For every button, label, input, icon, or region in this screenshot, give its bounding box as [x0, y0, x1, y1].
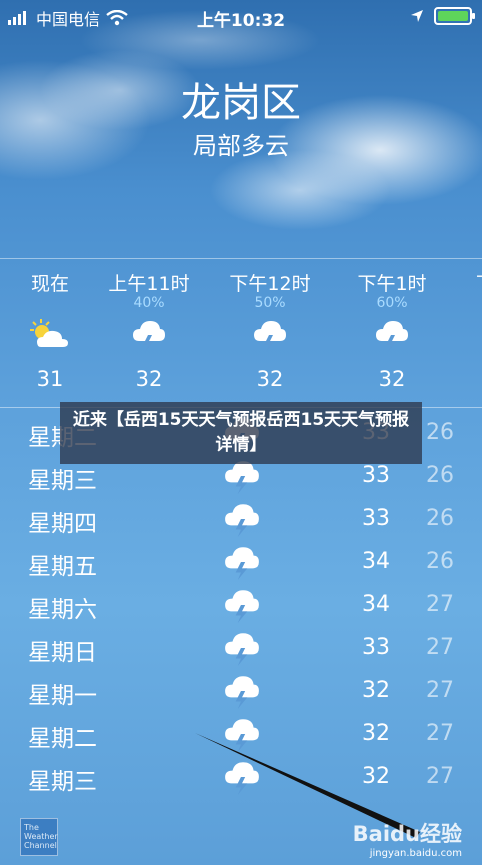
- precip-chance: 50%: [254, 295, 286, 311]
- thunderstorm-icon: [225, 547, 259, 580]
- precip-chance: 60%: [376, 295, 408, 311]
- day-low: 26: [426, 549, 454, 574]
- day-name: 星期五: [28, 554, 97, 580]
- hour-temp: 32: [256, 367, 284, 391]
- status-right: [410, 7, 475, 25]
- day-low: 27: [426, 678, 454, 703]
- thunderstorm-icon: [210, 317, 330, 353]
- current-condition: 局部多云: [193, 132, 289, 160]
- hour-label-partial: 下: [476, 269, 482, 296]
- day-name: 星期三: [28, 769, 97, 795]
- day-low: 27: [426, 764, 454, 789]
- thunderstorm-icon: [89, 317, 209, 353]
- day-name: 星期日: [28, 640, 97, 666]
- daily-row: 星期六 34 27: [0, 584, 482, 627]
- baidu-watermark: Baidu经验 jingyan.baidu.com: [353, 818, 462, 859]
- thunderstorm-icon: [225, 633, 259, 666]
- battery-icon: [434, 7, 475, 25]
- battery-level: [438, 11, 468, 21]
- day-low: 26: [426, 463, 454, 488]
- daily-row: 星期三 32 27: [0, 756, 482, 799]
- day-high: 33: [362, 635, 390, 660]
- watermark-url: jingyan.baidu.com: [369, 848, 462, 859]
- thunderstorm-icon: [332, 317, 452, 353]
- location-arrow-icon: [411, 10, 423, 22]
- thunderstorm-icon: [225, 762, 259, 795]
- day-low: 26: [426, 506, 454, 531]
- daily-row: 星期日 33 27: [0, 627, 482, 670]
- day-name: 星期六: [28, 597, 97, 623]
- caption-overlay: 近来【岳西15天天气预报岳西15天天气预报详情】: [60, 402, 422, 464]
- status-bar: 中国电信 上午10:32: [0, 0, 482, 34]
- day-high: 34: [362, 549, 390, 574]
- day-high: 33: [362, 463, 390, 488]
- day-high: 34: [362, 592, 390, 617]
- weather-channel-logo[interactable]: The Weather Channel: [20, 818, 58, 856]
- hour-temp: 32: [378, 367, 406, 391]
- day-name: 星期二: [28, 726, 97, 752]
- watermark-logo: Baidu经验: [352, 822, 462, 846]
- day-name: 星期三: [28, 468, 97, 494]
- thunderstorm-icon: [225, 719, 259, 752]
- day-name: 星期一: [28, 683, 97, 709]
- hour-label: 下午1时: [357, 273, 427, 295]
- day-low: 27: [426, 635, 454, 660]
- daily-row: 星期一 32 27: [0, 670, 482, 713]
- thunderstorm-icon: [225, 676, 259, 709]
- daily-row: 星期五 34 26: [0, 541, 482, 584]
- day-high: 33: [362, 506, 390, 531]
- precip-chance: 40%: [133, 295, 165, 311]
- caption-text: 近来【岳西15天天气预报岳西15天天气预报详情】: [72, 410, 410, 455]
- city-name: 龙岗区: [181, 80, 301, 126]
- thunderstorm-icon: [225, 504, 259, 537]
- day-low: 27: [426, 721, 454, 746]
- hour-label: 上午11时: [108, 273, 190, 295]
- day-name: 星期四: [28, 511, 97, 537]
- hourly-forecast[interactable]: 现在 31 上午11时 40% 32 下午12时 50% 32 下午1时 60%…: [0, 258, 482, 408]
- day-low: 27: [426, 592, 454, 617]
- hour-label: 下午12时: [229, 273, 311, 295]
- day-high: 32: [362, 721, 390, 746]
- weather-channel-text: The Weather Channel: [24, 823, 58, 850]
- daily-row: 星期四 33 26: [0, 498, 482, 541]
- daily-row: 星期二 32 27: [0, 713, 482, 756]
- thunderstorm-icon: [225, 590, 259, 623]
- hour-temp: 32: [135, 367, 163, 391]
- day-high: 32: [362, 678, 390, 703]
- day-high: 32: [362, 764, 390, 789]
